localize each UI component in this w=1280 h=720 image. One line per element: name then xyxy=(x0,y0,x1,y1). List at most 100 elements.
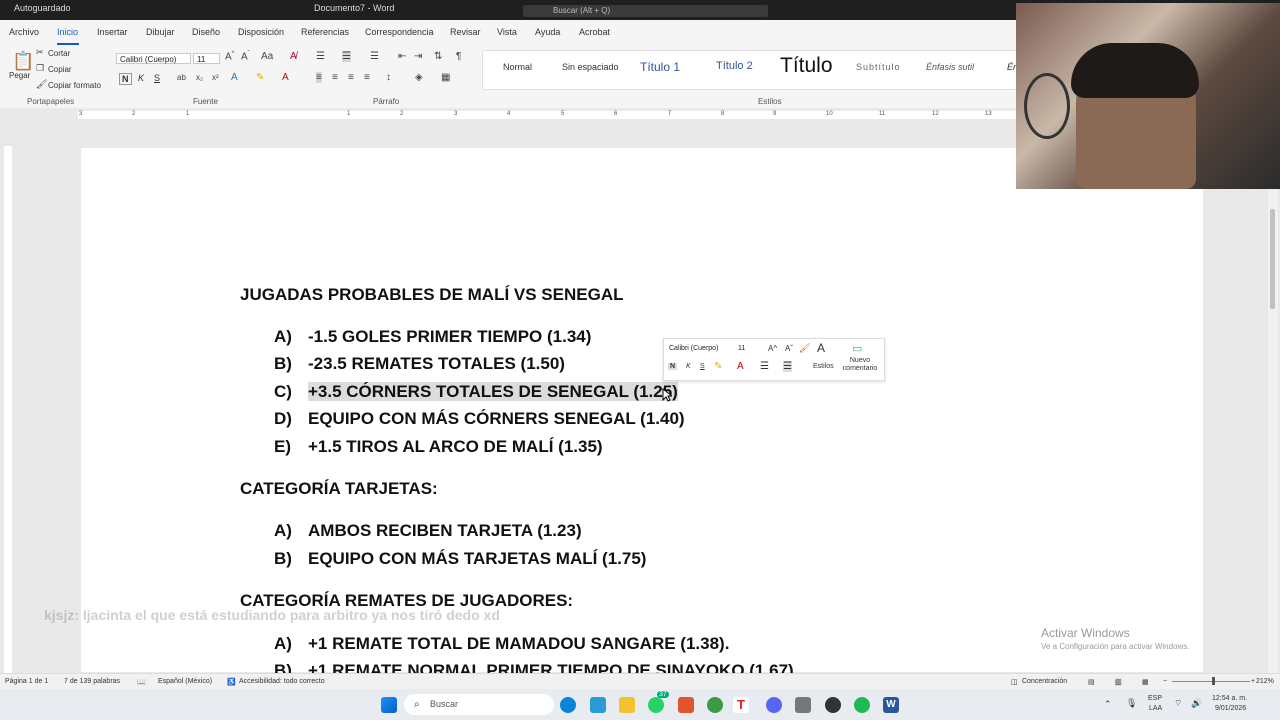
tab-diseno[interactable]: Diseño xyxy=(192,27,220,37)
mini-font-select[interactable]: Calibri (Cuerpo) xyxy=(666,343,732,355)
zoom-slider-thumb[interactable] xyxy=(1212,677,1215,685)
accessibility-status[interactable]: Accesibilidad: todo correcto xyxy=(239,678,325,685)
language-indicator[interactable]: Español (México) xyxy=(158,678,212,685)
file-explorer-icon[interactable] xyxy=(619,697,635,713)
tab-referencias[interactable]: Referencias xyxy=(301,27,349,37)
mini-styles-button[interactable]: Estilos xyxy=(813,363,834,370)
mini-size-select[interactable]: 11 xyxy=(735,343,763,355)
tab-vista[interactable]: Vista xyxy=(497,27,517,37)
zoom-level[interactable]: 212% xyxy=(1256,678,1274,685)
font-size-select[interactable]: 11 xyxy=(193,53,220,64)
shrink-font-icon[interactable]: Aˇ xyxy=(785,344,793,353)
comment-icon[interactable]: ▭ xyxy=(852,342,862,355)
spotify-icon[interactable] xyxy=(854,697,870,713)
read-mode-icon[interactable]: ▤ xyxy=(1088,678,1095,686)
align-center-icon[interactable]: ≡ xyxy=(332,72,338,83)
scrollbar-thumb[interactable] xyxy=(1270,209,1275,309)
highlight-icon[interactable]: ✎ xyxy=(256,72,264,83)
new-comment-button[interactable]: Nuevo comentario xyxy=(841,357,879,373)
paste-icon[interactable]: 📋 xyxy=(12,51,34,72)
show-marks-icon[interactable]: ¶ xyxy=(456,51,461,62)
page-count[interactable]: Página 1 de 1 xyxy=(5,678,48,685)
italic-button[interactable]: K xyxy=(138,73,144,83)
list-item[interactable]: E) +1.5 TIROS AL ARCO DE MALÍ (1.35) xyxy=(274,437,603,457)
bullets-icon[interactable]: ☰ xyxy=(760,361,769,372)
windows-start-icon[interactable] xyxy=(381,697,397,713)
grow-font-icon[interactable]: A^ xyxy=(768,344,777,353)
brave-icon[interactable] xyxy=(678,697,694,713)
cut-button[interactable]: Cortar xyxy=(48,49,70,58)
tab-disposicion[interactable]: Disposición xyxy=(238,27,284,37)
list-item[interactable]: A) +1 REMATE TOTAL DE MAMADOU SANGARE (1.… xyxy=(274,634,729,654)
list-item[interactable]: B) EQUIPO CON MÁS TARJETAS MALÍ (1.75) xyxy=(274,549,646,569)
change-case-icon[interactable]: Aa xyxy=(261,51,273,62)
style-heading2[interactable]: Título 2 xyxy=(716,60,753,72)
horizontal-ruler[interactable]: 3 2 1 1 2 3 4 5 6 7 8 9 10 11 12 13 xyxy=(0,108,1016,122)
list-item[interactable]: B) +1 REMATE NORMAL PRIMER TIEMPO DE SINA… xyxy=(274,661,794,673)
underline-button[interactable]: S xyxy=(154,73,160,83)
tab-revisar[interactable]: Revisar xyxy=(450,27,481,37)
style-no-spacing[interactable]: Sin espaciado xyxy=(562,62,619,72)
text-effects-icon[interactable]: A xyxy=(231,72,238,83)
style-normal[interactable]: Normal xyxy=(503,62,532,72)
tab-correspondencia[interactable]: Correspondencia xyxy=(365,27,434,37)
web-layout-icon[interactable]: ▦ xyxy=(1142,678,1149,686)
zoom-in-icon[interactable]: + xyxy=(1251,678,1255,685)
superscript-icon[interactable]: x² xyxy=(212,73,219,82)
list-item[interactable]: A) -1.5 GOLES PRIMER TIEMPO (1.34) xyxy=(274,327,591,347)
font-color-icon[interactable]: A xyxy=(737,361,744,372)
clock-time[interactable]: 12:54 a. m. xyxy=(1212,695,1247,702)
list-item[interactable]: A) AMBOS RECIBEN TARJETA (1.23) xyxy=(274,521,582,541)
tab-acrobat[interactable]: Acrobat xyxy=(579,27,610,37)
sort-icon[interactable]: ⇅ xyxy=(434,51,442,62)
tab-inicio[interactable]: Inicio xyxy=(57,27,78,37)
clear-format-icon[interactable]: A̸ xyxy=(290,51,297,62)
subscript-icon[interactable]: x₂ xyxy=(196,73,203,82)
format-painter-icon[interactable]: 🖌 xyxy=(799,343,810,354)
borders-icon[interactable]: ▦ xyxy=(441,72,450,83)
list-item-selected[interactable]: C) +3.5 CÓRNERS TOTALES DE SENEGAL (1.25) xyxy=(274,382,678,402)
multilevel-list-icon[interactable]: ☰ xyxy=(370,51,379,62)
vertical-ruler[interactable] xyxy=(4,146,12,674)
mini-italic-button[interactable]: K xyxy=(686,363,691,370)
font-color-icon[interactable]: A xyxy=(282,72,289,83)
tab-dibujar[interactable]: Dibujar xyxy=(146,27,175,37)
format-painter-button[interactable]: Copiar formato xyxy=(48,81,101,90)
word-count[interactable]: 7 de 139 palabras xyxy=(64,678,120,685)
style-subtle-emphasis[interactable]: Énfasis sutil xyxy=(926,62,974,72)
increase-indent-icon[interactable]: ⇥ xyxy=(414,51,422,62)
autosave-label[interactable]: Autoguardado xyxy=(14,3,71,13)
style-subtitle[interactable]: Subtítulo xyxy=(856,62,901,72)
zoom-out-icon[interactable]: − xyxy=(1163,678,1167,685)
zoom-slider[interactable] xyxy=(1172,681,1250,682)
tab-ayuda[interactable]: Ayuda xyxy=(535,27,560,37)
tab-archivo[interactable]: Archivo xyxy=(9,27,39,37)
calculator-icon[interactable] xyxy=(795,697,811,713)
bold-button[interactable]: N xyxy=(119,73,132,85)
shading-icon[interactable]: ◈ xyxy=(415,72,423,83)
proofing-icon[interactable]: 📖 xyxy=(137,678,146,686)
tray-chevron-icon[interactable]: ⌃ xyxy=(1104,699,1112,710)
wifi-icon[interactable]: ⌔ xyxy=(1174,698,1182,709)
tab-insertar[interactable]: Insertar xyxy=(97,27,128,37)
list-item[interactable]: D) EQUIPO CON MÁS CÓRNERS SENEGAL (1.40) xyxy=(274,409,685,429)
grow-font-icon[interactable]: A^ xyxy=(225,51,235,62)
style-title[interactable]: Título xyxy=(780,54,833,78)
chrome-icon[interactable] xyxy=(707,697,723,713)
obs-icon[interactable] xyxy=(825,697,841,713)
edge-icon[interactable] xyxy=(560,697,576,713)
numbering-icon[interactable]: ☰ xyxy=(342,51,351,62)
justify-icon[interactable]: ≡ xyxy=(364,72,370,83)
copy-button[interactable]: Copiar xyxy=(48,65,72,74)
style-heading1[interactable]: Título 1 xyxy=(640,60,680,74)
vertical-scrollbar[interactable] xyxy=(1268,189,1278,673)
taskbar-search[interactable]: Buscar xyxy=(404,694,554,715)
styles-icon[interactable]: A xyxy=(817,341,825,355)
strikethrough-icon[interactable]: ab xyxy=(177,73,186,82)
typora-icon[interactable]: T xyxy=(733,697,749,713)
heading-plays[interactable]: JUGADAS PROBABLES DE MALÍ VS SENEGAL xyxy=(240,285,624,305)
focus-mode-button[interactable]: Concentración xyxy=(1022,678,1067,685)
line-spacing-icon[interactable]: ↕ xyxy=(386,72,391,83)
print-layout-icon[interactable]: ▥ xyxy=(1115,678,1122,686)
align-left-icon[interactable]: ≡ xyxy=(316,72,322,83)
